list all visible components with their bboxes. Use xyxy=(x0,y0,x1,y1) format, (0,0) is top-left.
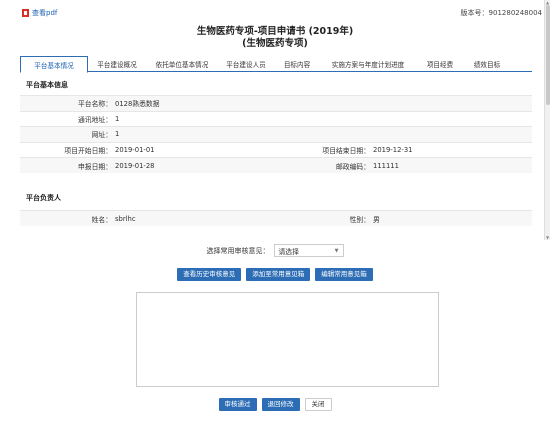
view-pdf-label[interactable]: 查看pdf xyxy=(32,8,57,18)
add-to-common-opinions-button[interactable]: 添加至常用意见箱 xyxy=(246,268,311,281)
website-label: 网址： xyxy=(20,126,115,142)
review-opinion-textarea[interactable] xyxy=(136,292,439,387)
header: 查看pdf 版本号：901280248004 生物医药专项-项目申请书 (201… xyxy=(0,0,550,60)
address-value: 1 xyxy=(115,110,532,127)
start-date-label: 项目开始日期： xyxy=(20,141,115,158)
tab-platform-construction[interactable]: 平台建设概况 xyxy=(88,56,146,72)
return-for-revision-button[interactable]: 退回修改 xyxy=(261,398,300,411)
common-opinion-selected: 请选择 xyxy=(278,247,299,256)
close-button[interactable]: 关闭 xyxy=(304,398,332,411)
gender-label: 性别： xyxy=(273,210,373,226)
scroll-thumb[interactable] xyxy=(546,5,550,105)
table-row: 通讯地址： 1 xyxy=(20,110,532,127)
approve-button[interactable]: 审核通过 xyxy=(218,398,257,411)
leader-name-value: sbrlhc xyxy=(115,210,273,226)
website-value: 1 xyxy=(115,126,532,142)
common-opinion-row: 选择常用审核意见： 请选择 ▼ xyxy=(0,244,550,257)
common-opinion-select[interactable]: 请选择 ▼ xyxy=(273,244,344,257)
basic-info-table: 平台名称： 0128熟悉数据 通讯地址： 1 网址： 1 项目开始日期： 201… xyxy=(20,95,532,173)
table-row: 网址： 1 xyxy=(20,126,532,142)
section-title-leader: 平台负责人 xyxy=(26,194,61,202)
tab-budget[interactable]: 项目经费 xyxy=(416,56,464,72)
chevron-down-icon: ▼ xyxy=(334,247,339,254)
pdf-icon xyxy=(22,9,29,17)
tab-goals[interactable]: 目标内容 xyxy=(274,56,320,72)
tab-performance[interactable]: 绩效目标 xyxy=(464,56,510,72)
start-date-value: 2019-01-01 xyxy=(115,141,273,158)
platform-name-label: 平台名称： xyxy=(20,95,115,111)
report-date-label: 申报日期： xyxy=(20,157,115,173)
postcode-value: 111111 xyxy=(373,157,532,173)
gender-value: 男 xyxy=(373,210,532,226)
address-label: 通讯地址： xyxy=(20,110,115,127)
version-number: 版本号：901280248004 xyxy=(460,9,542,17)
page-subtitle: (生物医药专项) xyxy=(242,38,308,49)
leader-name-label: 姓名： xyxy=(20,210,115,226)
common-opinion-label: 选择常用审核意见： xyxy=(206,246,270,255)
review-action-row: 审核通过 退回修改 关闭 xyxy=(0,398,550,411)
scroll-down-icon[interactable]: ▼ xyxy=(546,235,549,240)
tab-platform-staff[interactable]: 平台建设人员 xyxy=(218,56,274,72)
postcode-label: 邮政编码： xyxy=(273,157,373,173)
platform-name-value: 0128熟悉数据 xyxy=(115,95,532,111)
table-row: 申报日期： 2019-01-28 邮政编码： 111111 xyxy=(20,157,532,173)
opinion-action-row: 查看历史审核意见 添加至常用意见箱 编辑常用意见箱 xyxy=(0,268,550,281)
table-row: 平台名称： 0128熟悉数据 xyxy=(20,95,532,111)
tab-plan-schedule[interactable]: 实施方案与年度计划进度 xyxy=(320,56,416,72)
end-date-label: 项目结束日期： xyxy=(273,141,373,158)
view-pdf-link[interactable]: 查看pdf xyxy=(22,8,57,18)
end-date-value: 2019-12-31 xyxy=(373,141,532,158)
content-frame: 平台基本信息 平台名称： 0128熟悉数据 通讯地址： 1 网址： 1 项目开始… xyxy=(20,73,532,240)
tab-host-unit[interactable]: 依托单位基本情况 xyxy=(146,56,218,72)
report-date-value: 2019-01-28 xyxy=(115,157,273,173)
view-history-opinions-button[interactable]: 查看历史审核意见 xyxy=(177,268,242,281)
tab-bar: 平台基本情况 平台建设概况 依托单位基本情况 平台建设人员 目标内容 实施方案与… xyxy=(20,56,532,73)
edit-common-opinions-button[interactable]: 编辑常用意见箱 xyxy=(315,268,373,281)
section-title-basic: 平台基本信息 xyxy=(26,81,68,89)
leader-table: 姓名： sbrlhc 性别： 男 xyxy=(20,210,532,226)
vertical-scrollbar[interactable]: ▲ ▼ xyxy=(544,0,550,240)
table-row: 项目开始日期： 2019-01-01 项目结束日期： 2019-12-31 xyxy=(20,141,532,158)
table-row: 姓名： sbrlhc 性别： 男 xyxy=(20,210,532,226)
tab-platform-basic[interactable]: 平台基本情况 xyxy=(20,56,88,73)
